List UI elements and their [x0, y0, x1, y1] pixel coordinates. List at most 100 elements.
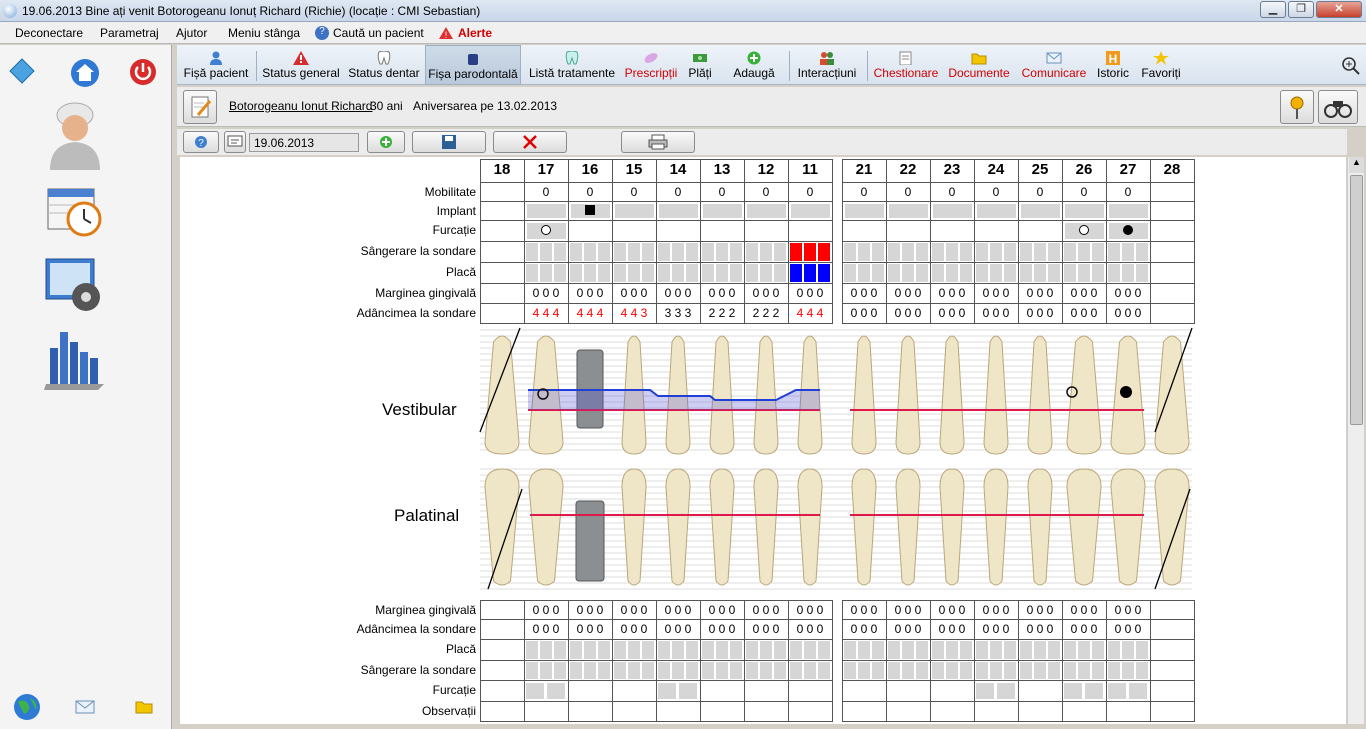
site-fill[interactable] — [818, 662, 830, 679]
site-fill[interactable] — [760, 264, 772, 282]
site-fill[interactable] — [818, 641, 830, 659]
location-pin-button[interactable] — [1280, 90, 1314, 124]
diamond-icon[interactable] — [8, 57, 36, 85]
chart-cell[interactable] — [886, 680, 931, 702]
chart-cell[interactable] — [480, 600, 525, 620]
furcation-cell[interactable] — [1085, 683, 1103, 699]
chart-cell[interactable] — [930, 220, 975, 242]
site-fill[interactable] — [526, 264, 538, 282]
site-fill[interactable] — [526, 243, 538, 261]
site-fill[interactable] — [1064, 243, 1076, 261]
site-fill[interactable] — [1078, 243, 1090, 261]
site-fill[interactable] — [1122, 264, 1134, 282]
furcation-cell[interactable] — [679, 683, 697, 699]
tab-adauga[interactable]: Adaugă — [725, 45, 783, 85]
site-fill[interactable] — [858, 662, 870, 679]
site-fill[interactable] — [1092, 264, 1104, 282]
site-fill[interactable] — [598, 243, 610, 261]
site-fill[interactable] — [932, 243, 944, 261]
site-fill[interactable] — [1034, 243, 1046, 261]
site-fill[interactable] — [1136, 641, 1148, 659]
site-fill[interactable] — [1020, 662, 1032, 679]
doctor-avatar-icon[interactable] — [44, 100, 106, 170]
zoom-icon[interactable] — [1342, 57, 1360, 75]
menu-deconectare[interactable]: Deconectare — [15, 26, 83, 40]
chart-cell[interactable] — [1150, 701, 1195, 722]
chart-cell[interactable] — [744, 701, 789, 722]
menu-ajutor[interactable]: Ajutor — [176, 26, 207, 40]
site-fill[interactable] — [1078, 641, 1090, 659]
chart-cell[interactable] — [700, 220, 745, 242]
site-fill[interactable] — [760, 243, 772, 261]
tab-documente[interactable]: Documente — [945, 45, 1013, 85]
site-fill[interactable] — [976, 243, 988, 261]
site-fill[interactable] — [760, 641, 772, 659]
site-fill[interactable] — [804, 243, 816, 261]
site-fill[interactable] — [716, 243, 728, 261]
site-fill[interactable] — [818, 264, 830, 282]
site-fill[interactable] — [1136, 243, 1148, 261]
site-fill[interactable] — [844, 641, 856, 659]
site-fill[interactable] — [584, 264, 596, 282]
chart-cell[interactable] — [568, 220, 613, 242]
chart-cell[interactable] — [788, 220, 833, 242]
site-fill[interactable] — [858, 243, 870, 261]
site-fill[interactable] — [1108, 243, 1120, 261]
site-fill[interactable] — [804, 264, 816, 282]
tab-plati[interactable]: Plăți — [683, 45, 717, 85]
site-fill[interactable] — [916, 243, 928, 261]
chart-cell[interactable] — [1150, 241, 1195, 263]
site-fill[interactable] — [932, 264, 944, 282]
site-fill[interactable] — [1122, 641, 1134, 659]
site-fill[interactable] — [844, 662, 856, 679]
furcation-cell[interactable] — [976, 683, 994, 699]
site-fill[interactable] — [1048, 641, 1060, 659]
chart-cell[interactable] — [480, 701, 525, 722]
site-fill[interactable] — [844, 264, 856, 282]
site-fill[interactable] — [872, 662, 884, 679]
edit-patient-button[interactable] — [183, 90, 217, 124]
chart-vertical-scrollbar[interactable]: ▲ — [1347, 157, 1364, 724]
site-fill[interactable] — [642, 662, 654, 679]
site-fill[interactable] — [614, 662, 626, 679]
site-fill[interactable] — [746, 264, 758, 282]
site-fill[interactable] — [818, 243, 830, 261]
chart-cell[interactable] — [480, 283, 525, 304]
site-fill[interactable] — [946, 264, 958, 282]
site-fill[interactable] — [804, 662, 816, 679]
tab-fisa-pacient[interactable]: Fișă pacient — [179, 45, 253, 85]
site-fill[interactable] — [932, 662, 944, 679]
menu-cauta-pacient[interactable]: Caută un pacient — [333, 26, 424, 40]
site-fill[interactable] — [1122, 243, 1134, 261]
furcation-cell[interactable] — [547, 683, 565, 699]
site-fill[interactable] — [642, 264, 654, 282]
site-fill[interactable] — [1034, 662, 1046, 679]
site-fill[interactable] — [1048, 264, 1060, 282]
calendar-clock-icon[interactable] — [44, 183, 106, 239]
chart-cell[interactable] — [1150, 660, 1195, 681]
site-fill[interactable] — [716, 641, 728, 659]
site-fill[interactable] — [1064, 641, 1076, 659]
site-fill[interactable] — [570, 662, 582, 679]
chart-cell[interactable] — [656, 701, 701, 722]
chart-cell[interactable] — [886, 220, 931, 242]
site-fill[interactable] — [1092, 662, 1104, 679]
menu-parametraj[interactable]: Parametraj — [100, 26, 159, 40]
site-fill[interactable] — [730, 243, 742, 261]
chart-cell[interactable] — [568, 680, 613, 702]
site-fill[interactable] — [540, 641, 552, 659]
site-fill[interactable] — [554, 243, 566, 261]
folder-icon[interactable] — [135, 699, 153, 715]
chart-cell[interactable] — [568, 701, 613, 722]
chart-cell[interactable] — [842, 680, 887, 702]
site-fill[interactable] — [658, 641, 670, 659]
site-fill[interactable] — [672, 662, 684, 679]
site-fill[interactable] — [774, 264, 786, 282]
chart-cell[interactable] — [842, 701, 887, 722]
site-fill[interactable] — [554, 662, 566, 679]
site-fill[interactable] — [730, 264, 742, 282]
chart-cell[interactable] — [1062, 701, 1107, 722]
site-fill[interactable] — [730, 641, 742, 659]
site-fill[interactable] — [628, 264, 640, 282]
site-fill[interactable] — [614, 243, 626, 261]
